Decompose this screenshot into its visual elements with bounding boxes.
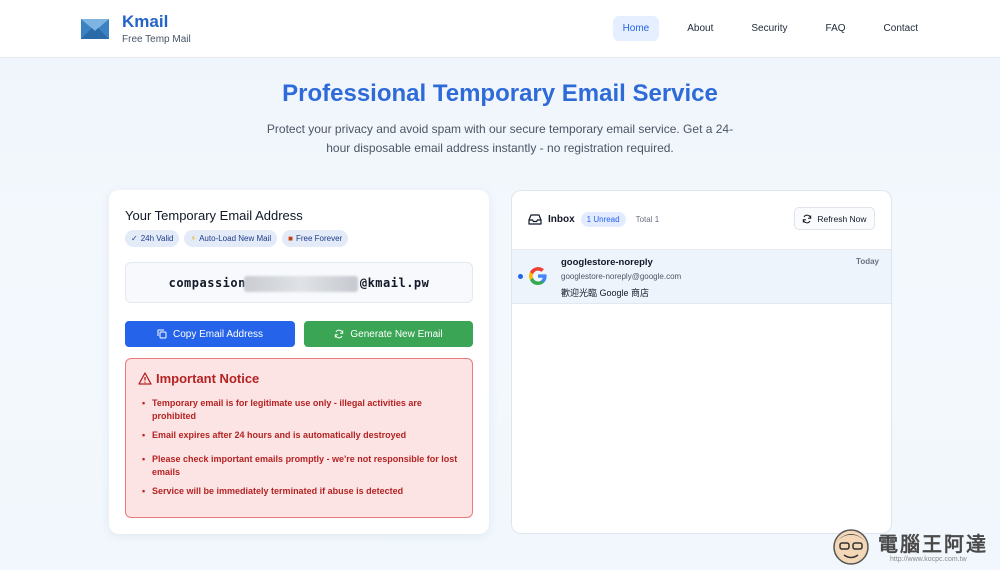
refresh-now-button[interactable]: Refresh Now <box>794 207 875 230</box>
mail-list-item[interactable]: googlestore-noreply googlestore-noreply@… <box>512 250 891 304</box>
site-watermark: 電腦王阿達 http://www.kocpc.com.tw <box>820 520 1000 570</box>
lightning-icon: ⚡ <box>190 234 197 243</box>
watermark-text: 電腦王阿達 <box>878 534 988 556</box>
badge-auto-load: ⚡ Auto-Load New Mail <box>184 230 278 247</box>
nav-home[interactable]: Home <box>612 16 660 41</box>
nav-security[interactable]: Security <box>741 16 797 41</box>
badge-free-forever: ■ Free Forever <box>282 230 349 247</box>
inbox-label: Inbox <box>548 214 575 225</box>
nav-faq[interactable]: FAQ <box>816 16 856 41</box>
mail-time: Today <box>856 257 879 266</box>
inbox-header: Inbox 1 Unread Total 1 <box>528 212 659 227</box>
email-prefix: compassion <box>168 275 246 290</box>
total-count: Total 1 <box>635 215 660 224</box>
hero-title: Professional Temporary Email Service <box>282 80 718 107</box>
unread-count-badge: 1 Unread <box>580 212 626 227</box>
checkmark-icon: ✓ <box>131 234 138 243</box>
refresh-icon <box>803 214 812 223</box>
email-domain: @kmail.pw <box>359 275 430 290</box>
logo[interactable]: Kmail Free Temp Mail <box>80 12 191 45</box>
inbox-card: Inbox 1 Unread Total 1 Refresh Now googl… <box>511 190 892 534</box>
hero-description: Protect your privacy and avoid spam with… <box>266 122 734 155</box>
notice-item: Service will be immediately terminated i… <box>140 485 460 498</box>
watermark-url: http://www.kocpc.com.tw <box>890 556 967 563</box>
badge-24h-valid: ✓ 24h Valid <box>125 230 180 247</box>
unread-dot-icon <box>518 274 523 279</box>
sender-name: googlestore-noreply <box>561 257 653 268</box>
sender-address: googlestore-noreply@google.com <box>561 272 682 281</box>
card-title: Your Temporary Email Address <box>125 208 303 223</box>
copy-icon <box>157 329 167 339</box>
main-nav: Home About Security FAQ Contact <box>605 16 928 41</box>
notice-item: Temporary email is for legitimate use on… <box>140 397 460 423</box>
notice-list: Temporary email is for legitimate use on… <box>140 397 460 504</box>
refresh-icon <box>335 329 344 339</box>
mail-subject: 歡迎光臨 Google 商店 <box>561 288 650 298</box>
google-logo-icon <box>529 267 547 285</box>
logo-subtitle: Free Temp Mail <box>122 34 191 45</box>
nav-contact[interactable]: Contact <box>874 16 928 41</box>
envelope-logo-icon <box>81 18 109 39</box>
top-header: Kmail Free Temp Mail Home About Security… <box>0 0 1000 58</box>
notice-item: Email expires after 24 hours and is auto… <box>140 429 460 442</box>
email-address-card: Your Temporary Email Address ✓ 24h Valid… <box>109 190 489 534</box>
email-address-field[interactable]: compassion @kmail.pw <box>125 262 473 303</box>
notice-item: Please check important emails promptly -… <box>140 453 460 479</box>
notice-title: Important Notice <box>138 371 259 386</box>
gift-icon: ■ <box>288 234 293 243</box>
nav-about[interactable]: About <box>677 16 723 41</box>
mascot-face-icon <box>833 529 869 565</box>
copy-email-button[interactable]: Copy Email Address <box>125 321 295 347</box>
logo-title: Kmail <box>122 12 169 31</box>
inbox-tray-icon <box>528 214 542 225</box>
warning-icon <box>138 372 152 385</box>
redaction-blur <box>244 276 358 292</box>
important-notice-box: Important Notice Temporary email is for … <box>125 358 473 518</box>
feature-badges: ✓ 24h Valid ⚡ Auto-Load New Mail ■ Free … <box>125 230 349 247</box>
generate-email-button[interactable]: Generate New Email <box>304 321 473 347</box>
